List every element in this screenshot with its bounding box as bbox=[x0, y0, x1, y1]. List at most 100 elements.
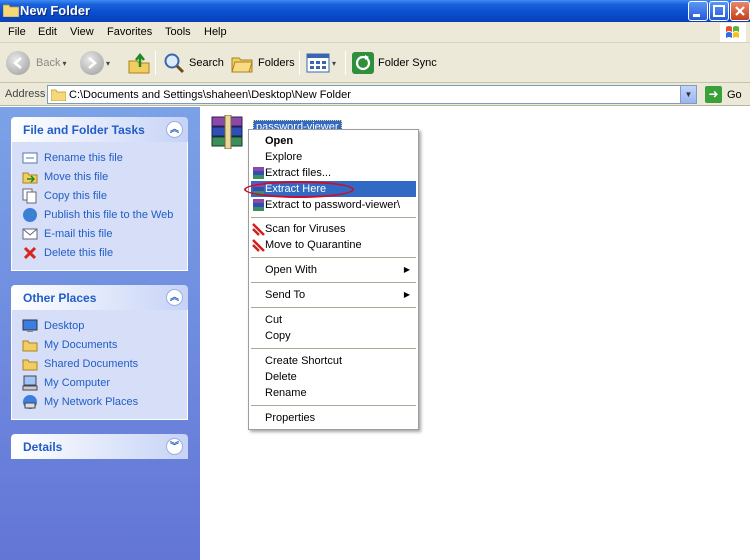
task-label: Delete this file bbox=[44, 246, 114, 259]
place-label: My Documents bbox=[44, 338, 118, 351]
place-my-computer[interactable]: My Computer bbox=[22, 373, 187, 392]
folder-icon bbox=[22, 337, 38, 353]
back-button[interactable]: Back ▾ bbox=[6, 50, 66, 76]
menu-item-copy[interactable]: Copy bbox=[251, 328, 416, 344]
menu-help[interactable]: Help bbox=[204, 26, 227, 38]
place-my-documents[interactable]: My Documents bbox=[22, 335, 187, 354]
other-places-panel: Other Places ︽ Desktop My Documents Shar… bbox=[11, 285, 188, 420]
menu-item-label: Properties bbox=[265, 412, 316, 424]
folders-button[interactable]: Folders bbox=[230, 50, 295, 76]
menu-tools[interactable]: Tools bbox=[165, 26, 191, 38]
menu-item-label: Create Shortcut bbox=[265, 355, 343, 367]
panel-header[interactable]: Other Places ︽ bbox=[11, 285, 188, 310]
folder-sync-icon bbox=[352, 52, 374, 74]
address-dropdown-icon[interactable]: ▼ bbox=[680, 86, 696, 103]
views-icon bbox=[306, 53, 330, 73]
task-email[interactable]: E-mail this file bbox=[22, 224, 187, 243]
toolbar-separator bbox=[345, 51, 346, 75]
email-icon bbox=[22, 226, 38, 242]
menu-item-label: Rename bbox=[265, 387, 307, 399]
go-button[interactable]: ➜ Go bbox=[705, 86, 742, 103]
folder-sync-button[interactable]: Folder Sync bbox=[351, 50, 437, 76]
menu-item-open-with[interactable]: Open With ▶ bbox=[251, 262, 416, 278]
expand-chevron-icon[interactable]: ︾ bbox=[166, 438, 183, 455]
task-label: Copy this file bbox=[44, 189, 107, 202]
folder-sync-label: Folder Sync bbox=[378, 57, 437, 69]
menu-item-explore[interactable]: Explore bbox=[251, 149, 416, 165]
menu-item-label: Copy bbox=[265, 330, 291, 342]
menu-item-properties[interactable]: Properties bbox=[251, 410, 416, 426]
menu-item-extract-to[interactable]: Extract to password-viewer\ bbox=[251, 197, 416, 213]
rar-archive-icon[interactable] bbox=[208, 115, 248, 149]
place-desktop[interactable]: Desktop bbox=[22, 316, 187, 335]
collapse-chevron-icon[interactable]: ︽ bbox=[166, 121, 183, 138]
context-menu: Open Explore Extract files... Extract He… bbox=[248, 129, 419, 430]
menu-item-quarantine[interactable]: Move to Quarantine bbox=[251, 237, 416, 253]
address-bar: Address C:\Documents and Settings\shahee… bbox=[0, 83, 750, 106]
task-copy[interactable]: Copy this file bbox=[22, 186, 187, 205]
menu-item-scan-viruses[interactable]: Scan for Viruses bbox=[251, 221, 416, 237]
copy-icon bbox=[22, 188, 38, 204]
place-shared-documents[interactable]: Shared Documents bbox=[22, 354, 187, 373]
panel-header[interactable]: File and Folder Tasks ︽ bbox=[11, 117, 188, 142]
place-my-network[interactable]: My Network Places bbox=[22, 392, 187, 411]
forward-button[interactable]: ▾ bbox=[80, 50, 110, 76]
task-label: Rename this file bbox=[44, 151, 123, 164]
windows-logo-icon bbox=[720, 23, 746, 42]
back-arrow-icon bbox=[6, 51, 30, 75]
annotation-ellipse bbox=[244, 181, 354, 198]
forward-dropdown-icon[interactable]: ▾ bbox=[106, 59, 110, 68]
up-folder-icon bbox=[128, 52, 150, 74]
rename-icon bbox=[22, 150, 38, 166]
minimize-button[interactable] bbox=[688, 1, 708, 21]
task-rename[interactable]: Rename this file bbox=[22, 148, 187, 167]
search-button[interactable]: Search bbox=[162, 50, 224, 76]
search-label: Search bbox=[189, 57, 224, 69]
antivirus-icon bbox=[252, 223, 265, 236]
search-icon bbox=[164, 53, 185, 74]
menu-edit[interactable]: Edit bbox=[38, 26, 57, 38]
close-icon bbox=[735, 6, 745, 16]
folder-icon bbox=[3, 4, 19, 17]
menu-separator bbox=[251, 405, 416, 406]
details-panel: Details ︾ bbox=[11, 434, 188, 459]
up-folder-button[interactable] bbox=[127, 50, 151, 76]
move-icon bbox=[22, 169, 38, 185]
menu-item-rename[interactable]: Rename bbox=[251, 385, 416, 401]
menu-item-send-to[interactable]: Send To ▶ bbox=[251, 287, 416, 303]
menu-item-delete[interactable]: Delete bbox=[251, 369, 416, 385]
winrar-icon bbox=[253, 167, 264, 179]
address-path: C:\Documents and Settings\shaheen\Deskto… bbox=[69, 89, 351, 101]
menu-item-extract-files[interactable]: Extract files... bbox=[251, 165, 416, 181]
menu-item-label: Extract files... bbox=[265, 167, 332, 179]
views-dropdown-icon[interactable]: ▾ bbox=[332, 59, 336, 68]
close-button[interactable] bbox=[730, 1, 750, 21]
back-label: Back bbox=[36, 57, 61, 69]
address-input[interactable]: C:\Documents and Settings\shaheen\Deskto… bbox=[47, 85, 697, 104]
task-publish[interactable]: Publish this file to the Web bbox=[22, 205, 187, 224]
menu-item-label: Delete bbox=[265, 371, 297, 383]
collapse-chevron-icon[interactable]: ︽ bbox=[166, 289, 183, 306]
folder-icon bbox=[51, 89, 66, 101]
menu-item-create-shortcut[interactable]: Create Shortcut bbox=[251, 353, 416, 369]
task-move[interactable]: Move this file bbox=[22, 167, 187, 186]
menu-separator bbox=[251, 282, 416, 283]
menu-separator bbox=[251, 307, 416, 308]
antivirus-icon bbox=[252, 239, 265, 252]
task-delete[interactable]: Delete this file bbox=[22, 243, 187, 262]
folder-icon bbox=[22, 356, 38, 372]
panel-title: File and Folder Tasks bbox=[23, 123, 145, 137]
panel-header[interactable]: Details ︾ bbox=[11, 434, 188, 459]
menu-item-open[interactable]: Open bbox=[251, 133, 416, 149]
views-button[interactable]: ▾ bbox=[306, 50, 336, 76]
menu-item-cut[interactable]: Cut bbox=[251, 312, 416, 328]
menu-item-label: Open With bbox=[265, 264, 317, 276]
menu-item-label: Extract to password-viewer\ bbox=[265, 199, 401, 211]
task-pane: File and Folder Tasks ︽ Rename this file… bbox=[0, 107, 200, 560]
menu-favorites[interactable]: Favorites bbox=[107, 26, 152, 38]
menu-view[interactable]: View bbox=[70, 26, 94, 38]
maximize-button[interactable] bbox=[709, 1, 729, 21]
menu-separator bbox=[251, 348, 416, 349]
menu-file[interactable]: File bbox=[8, 26, 26, 38]
back-dropdown-icon[interactable]: ▾ bbox=[62, 59, 66, 68]
